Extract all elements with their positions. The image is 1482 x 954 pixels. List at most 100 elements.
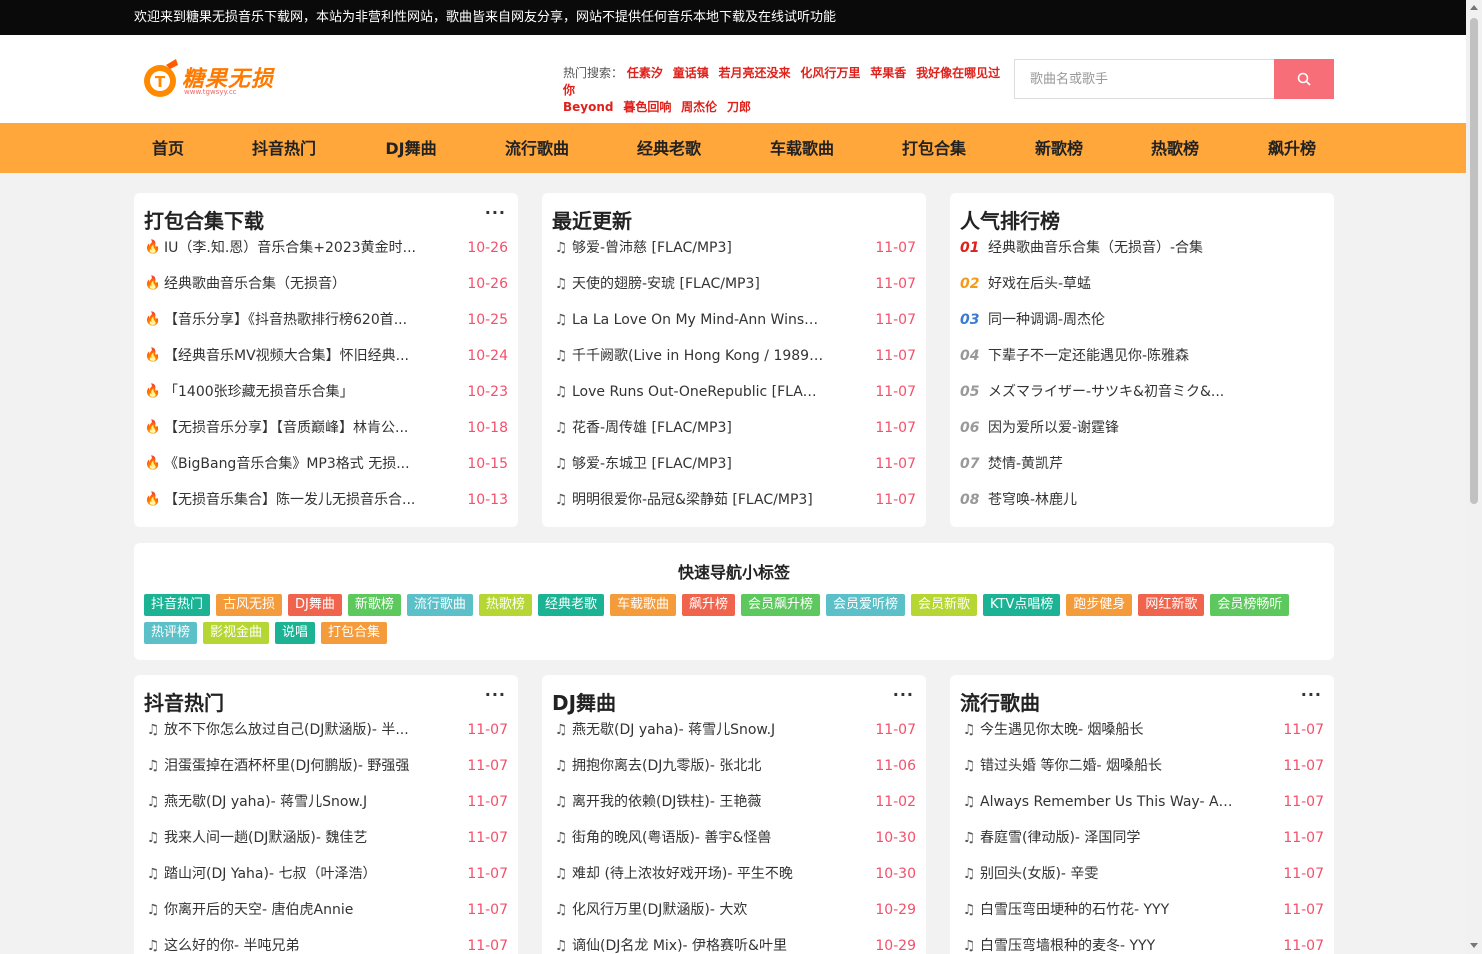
list-item[interactable]: 03 同一种调调-周杰伦 xyxy=(960,302,1324,338)
list-item[interactable]: ♫ 燕无歇(DJ yaha)- 蒋雪儿Snow.J 11-07 xyxy=(552,712,916,748)
hot-search-link[interactable]: 任素汐 xyxy=(627,66,663,80)
item-title[interactable]: 够爱-曾沛慈 [FLAC/MP3] xyxy=(572,230,826,266)
list-item[interactable]: 05 メズマライザー-サツキ&初音ミク&... xyxy=(960,374,1324,410)
list-item[interactable]: ♫ 天使的翅膀-安琥 [FLAC/MP3] 11-07 xyxy=(552,266,916,302)
item-title[interactable]: メズマライザー-サツキ&初音ミク&... xyxy=(988,374,1234,410)
nav-tag[interactable]: 会员爱听榜 xyxy=(826,594,906,616)
item-title[interactable]: 《BigBang音乐合集》MP3格式 无损... xyxy=(164,446,418,482)
item-title[interactable]: 白雪压弯田埂种的石竹花- YYY xyxy=(980,892,1234,928)
list-item[interactable]: ♫ 够爱-东城卫 [FLAC/MP3] 11-07 xyxy=(552,446,916,482)
item-title[interactable]: 街角的晚风(粤语版)- 善宇&怪兽 xyxy=(572,820,826,856)
more-button[interactable]: ··· xyxy=(485,685,506,704)
item-title[interactable]: 【无损音乐集合】陈一发儿无损音乐合... xyxy=(164,482,418,518)
list-item[interactable]: 06 因为爱所以爱-谢霆锋 xyxy=(960,410,1324,446)
list-item[interactable]: 🔥 《BigBang音乐合集》MP3格式 无损... 10-15 xyxy=(144,446,508,482)
list-item[interactable]: 07 焚情-黄凯芹 xyxy=(960,446,1324,482)
nav-item-dj[interactable]: DJ舞曲 xyxy=(385,123,436,173)
list-item[interactable]: ♫ La La Love On My Mind-Ann Winsb... 11-07 xyxy=(552,302,916,338)
nav-item-pop[interactable]: 流行歌曲 xyxy=(505,123,569,173)
search-button[interactable] xyxy=(1274,59,1334,99)
list-item[interactable]: ♫ 春庭雪(律动版)- 泽国同学 11-07 xyxy=(960,820,1324,856)
scrollbar-thumb[interactable] xyxy=(1470,18,1478,504)
item-title[interactable]: Love Runs Out-OneRepublic [FLAC/... xyxy=(572,374,826,410)
item-title[interactable]: 经典歌曲音乐合集（无损音）-合集 xyxy=(988,230,1234,266)
hot-search-link[interactable]: 童话镇 xyxy=(673,66,709,80)
item-title[interactable]: 白雪压弯墙根种的麦冬- YYY xyxy=(980,928,1234,954)
nav-tag[interactable]: 古风无损 xyxy=(216,594,283,616)
nav-item-bundle[interactable]: 打包合集 xyxy=(902,123,966,173)
list-item[interactable]: ♫ 千千阙歌(Live in Hong Kong / 1989-... 11-07 xyxy=(552,338,916,374)
hot-search-link[interactable]: 刀郎 xyxy=(727,100,751,114)
item-title[interactable]: 焚情-黄凯芹 xyxy=(988,446,1234,482)
nav-tag[interactable]: 热评榜 xyxy=(144,622,198,644)
item-title[interactable]: La La Love On My Mind-Ann Winsb... xyxy=(572,302,826,338)
list-item[interactable]: ♫ 明明很爱你-品冠&梁静茹 [FLAC/MP3] 11-07 xyxy=(552,482,916,518)
list-item[interactable]: ♫ 白雪压弯墙根种的麦冬- YYY 11-07 xyxy=(960,928,1324,954)
nav-tag[interactable]: 车载歌曲 xyxy=(609,594,676,616)
list-item[interactable]: ♫ Always Remember Us This Way- Asp... 11-0… xyxy=(960,784,1324,820)
item-title[interactable]: 离开我的依赖(DJ铁柱)- 王艳薇 xyxy=(572,784,826,820)
item-title[interactable]: 够爱-东城卫 [FLAC/MP3] xyxy=(572,446,826,482)
item-title[interactable]: Always Remember Us This Way- Asp... xyxy=(980,784,1234,820)
nav-tag[interactable]: 打包合集 xyxy=(321,622,388,644)
item-title[interactable]: 【音乐分享】《抖音热歌排行榜620首... xyxy=(164,302,418,338)
nav-tag[interactable]: 流行歌曲 xyxy=(406,594,473,616)
item-title[interactable]: 好戏在后头-草蜢 xyxy=(988,266,1234,302)
item-title[interactable]: 拥抱你离去(DJ九零版)- 张北北 xyxy=(572,748,826,784)
hot-search-link[interactable]: 化风行万里 xyxy=(800,66,860,80)
list-item[interactable]: 🔥 【无损音乐集合】陈一发儿无损音乐合... 10-13 xyxy=(144,482,508,518)
list-item[interactable]: ♫ 难却 (待上浓妆好戏开场)- 平生不晚 10-30 xyxy=(552,856,916,892)
scroll-up-arrow-icon[interactable] xyxy=(1470,5,1478,10)
hot-search-link[interactable]: 若月亮还没来 xyxy=(719,66,791,80)
item-title[interactable]: 因为爱所以爱-谢霆锋 xyxy=(988,410,1234,446)
item-title[interactable]: 同一种调调-周杰伦 xyxy=(988,302,1234,338)
list-item[interactable]: 🔥 IU（李.知.恩）音乐合集+2023黄金时... 10-26 xyxy=(144,230,508,266)
item-title[interactable]: 苍穹唤-林鹿儿 xyxy=(988,482,1234,518)
item-title[interactable]: 泪蛋蛋掉在酒杯杯里(DJ何鹏版)- 野强强 xyxy=(164,748,418,784)
list-item[interactable]: 🔥 【音乐分享】《抖音热歌排行榜620首... 10-25 xyxy=(144,302,508,338)
list-item[interactable]: ♫ 别回头(女版)- 辛雯 11-07 xyxy=(960,856,1324,892)
more-button[interactable]: ··· xyxy=(1301,685,1322,704)
list-item[interactable]: ♫ 化风行万里(DJ默涵版)- 大欢 10-29 xyxy=(552,892,916,928)
site-logo[interactable]: T 糖果无损 www.tgwsyy.cc xyxy=(142,55,302,101)
list-item[interactable]: 04 下辈子不一定还能遇见你-陈雅森 xyxy=(960,338,1324,374)
item-title[interactable]: 谪仙(DJ名龙 Mix)- 伊格赛听&叶里 xyxy=(572,928,826,954)
nav-item-car[interactable]: 车载歌曲 xyxy=(770,123,834,173)
list-item[interactable]: ♫ 花香-周传雄 [FLAC/MP3] 11-07 xyxy=(552,410,916,446)
item-title[interactable]: 化风行万里(DJ默涵版)- 大欢 xyxy=(572,892,826,928)
item-title[interactable]: 千千阙歌(Live in Hong Kong / 1989-... xyxy=(572,338,826,374)
page-scrollbar[interactable] xyxy=(1466,0,1482,954)
item-title[interactable]: IU（李.知.恩）音乐合集+2023黄金时... xyxy=(164,230,418,266)
list-item[interactable]: ♫ 这么好的你- 半吨兄弟 11-07 xyxy=(144,928,508,954)
item-title[interactable]: 这么好的你- 半吨兄弟 xyxy=(164,928,418,954)
scroll-down-arrow-icon[interactable] xyxy=(1470,943,1478,948)
list-item[interactable]: ♫ 燕无歇(DJ yaha)- 蒋雪儿Snow.J 11-07 xyxy=(144,784,508,820)
item-title[interactable]: 燕无歇(DJ yaha)- 蒋雪儿Snow.J xyxy=(572,712,826,748)
nav-tag[interactable]: 新歌榜 xyxy=(347,594,401,616)
hot-search-link[interactable]: Beyond xyxy=(563,100,613,114)
list-item[interactable]: 01 经典歌曲音乐合集（无损音）-合集 xyxy=(960,230,1324,266)
item-title[interactable]: 放不下你怎么放过自己(DJ默涵版)- 半... xyxy=(164,712,418,748)
list-item[interactable]: 08 苍穹唤-林鹿儿 xyxy=(960,482,1324,518)
item-title[interactable]: 花香-周传雄 [FLAC/MP3] xyxy=(572,410,826,446)
nav-item-hot-chart[interactable]: 热歌榜 xyxy=(1151,123,1199,173)
item-title[interactable]: 燕无歇(DJ yaha)- 蒋雪儿Snow.J xyxy=(164,784,418,820)
list-item[interactable]: ♫ Love Runs Out-OneRepublic [FLAC/... 11-0… xyxy=(552,374,916,410)
more-button[interactable]: ··· xyxy=(485,203,506,222)
list-item[interactable]: ♫ 泪蛋蛋掉在酒杯杯里(DJ何鹏版)- 野强强 11-07 xyxy=(144,748,508,784)
list-item[interactable]: ♫ 我来人间一趟(DJ默涵版)- 魏佳艺 11-07 xyxy=(144,820,508,856)
list-item[interactable]: 🔥 经典歌曲音乐合集（无损音） 10-26 xyxy=(144,266,508,302)
nav-item-new-chart[interactable]: 新歌榜 xyxy=(1035,123,1083,173)
list-item[interactable]: ♫ 今生遇见你太晚- 烟嗓船长 11-07 xyxy=(960,712,1324,748)
item-title[interactable]: 天使的翅膀-安琥 [FLAC/MP3] xyxy=(572,266,826,302)
item-title[interactable]: 【经典音乐MV视频大合集】怀旧经典... xyxy=(164,338,418,374)
hot-search-link[interactable]: 暮色回响 xyxy=(623,100,671,114)
item-title[interactable]: 踏山河(DJ Yaha)- 七叔（叶泽浩） xyxy=(164,856,418,892)
item-title[interactable]: 经典歌曲音乐合集（无损音） xyxy=(164,266,418,302)
nav-item-douyin[interactable]: 抖音热门 xyxy=(252,123,316,173)
nav-tag[interactable]: 影视金曲 xyxy=(203,622,270,644)
nav-tag[interactable]: 跑步健身 xyxy=(1066,594,1133,616)
hot-search-link[interactable]: 周杰伦 xyxy=(681,100,717,114)
nav-tag[interactable]: DJ舞曲 xyxy=(288,594,342,616)
nav-item-classic[interactable]: 经典老歌 xyxy=(637,123,701,173)
